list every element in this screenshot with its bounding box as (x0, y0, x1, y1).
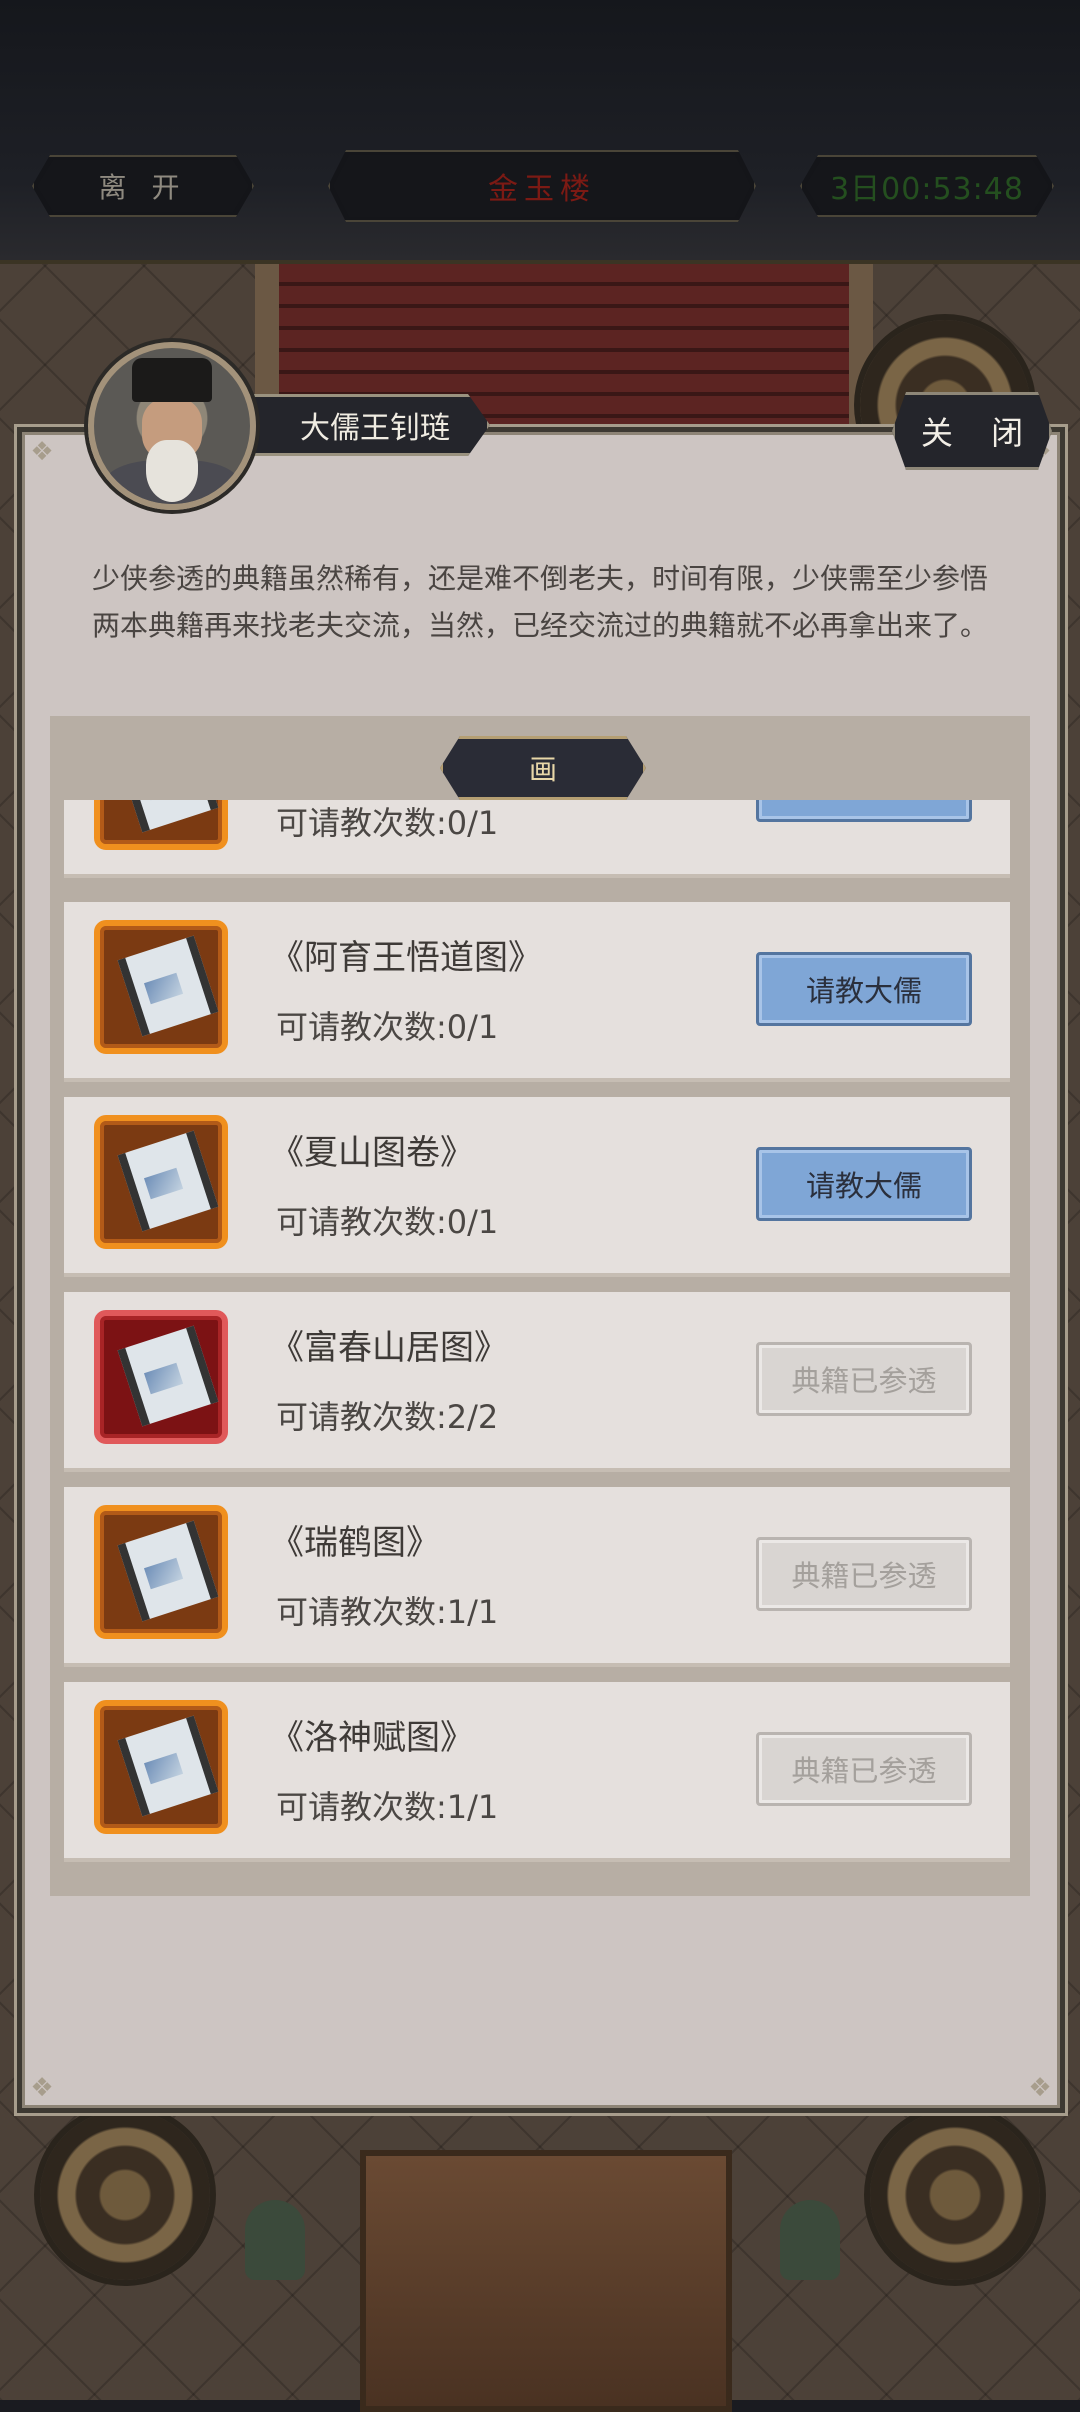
book-icon-frame (94, 1700, 228, 1834)
book-mastered-button: 典籍已参透 (756, 1342, 972, 1416)
consult-scholar-button[interactable]: 请教大儒 (756, 1147, 972, 1221)
book-icon-frame (94, 1310, 228, 1444)
list-item: 《瑞鹤图》 可请教次数:1/1 典籍已参透 (64, 1487, 1010, 1663)
scroll-painting-icon (117, 1520, 219, 1622)
list-item: 《富春山居图》 可请教次数:2/2 典籍已参透 (64, 1292, 1010, 1468)
list-item: 可请教次数:0/1 请教大儒 (64, 800, 1010, 874)
scroll-painting-icon (117, 1325, 219, 1427)
consult-count: 可请教次数:0/1 (276, 804, 499, 842)
consult-count: 可请教次数:2/2 (276, 1398, 499, 1436)
book-icon-frame (94, 920, 228, 1054)
decorative-jar-icon (780, 2200, 840, 2280)
book-title: 《瑞鹤图》 (270, 1523, 440, 1563)
location-title: 金玉楼 (328, 150, 756, 222)
book-icon-frame (94, 1115, 228, 1249)
intro-text: 少侠参透的典籍虽然稀有，还是难不倒老夫，时间有限，少侠需至少参悟两本典籍再来找老… (92, 562, 989, 642)
decorative-wheel-icon (870, 2110, 1040, 2280)
book-title: 《富春山居图》 (270, 1328, 508, 1368)
list-item: 《夏山图卷》 可请教次数:0/1 请教大儒 (64, 1097, 1010, 1273)
book-icon-frame (94, 1505, 228, 1639)
countdown-timer: 3日00:53:48 (800, 155, 1054, 217)
list-item: 《阿育王悟道图》 可请教次数:0/1 请教大儒 (64, 902, 1010, 1078)
scroll-painting-icon (117, 935, 219, 1037)
decorative-wheel-icon (40, 2110, 210, 2280)
npc-portrait-avatar (88, 342, 256, 510)
top-bar: 离 开 金玉楼 3日00:53:48 (0, 0, 1080, 264)
consult-count: 可请教次数:1/1 (276, 1593, 499, 1631)
background-scroll-stand (360, 2150, 732, 2412)
book-mastered-button: 典籍已参透 (756, 1537, 972, 1611)
scroll-painting-icon (117, 800, 219, 833)
corner-ornament-icon: ❖ (30, 437, 54, 467)
book-title: 《洛神赋图》 (270, 1718, 474, 1758)
consult-scholar-button[interactable]: 请教大儒 (756, 952, 972, 1026)
consult-count: 可请教次数:0/1 (276, 1203, 499, 1241)
book-mastered-button: 典籍已参透 (756, 1732, 972, 1806)
close-button[interactable]: 关 闭 (892, 392, 1052, 470)
decorative-jar-icon (245, 2200, 305, 2280)
category-tab-painting[interactable]: 画 (440, 736, 646, 800)
corner-ornament-icon: ❖ (30, 2073, 54, 2103)
consult-count: 可请教次数:1/1 (276, 1788, 499, 1826)
leave-button[interactable]: 离 开 (32, 155, 254, 217)
book-title: 《夏山图卷》 (270, 1133, 474, 1173)
consult-scholar-button[interactable]: 请教大儒 (756, 800, 972, 822)
scroll-painting-icon (117, 1715, 219, 1817)
list-item: 《洛神赋图》 可请教次数:1/1 典籍已参透 (64, 1682, 1010, 1858)
book-title: 《阿育王悟道图》 (270, 938, 542, 978)
book-icon-frame (94, 800, 228, 850)
corner-ornament-icon: ❖ (1028, 2073, 1052, 2103)
npc-name-plate: 大儒王钊琏 (240, 394, 490, 456)
book-list[interactable]: 可请教次数:0/1 请教大儒 《阿育王悟道图》 可请教次数:0/1 请教大儒 《… (64, 800, 1010, 1870)
consult-count: 可请教次数:0/1 (276, 1008, 499, 1046)
scroll-painting-icon (117, 1130, 219, 1232)
